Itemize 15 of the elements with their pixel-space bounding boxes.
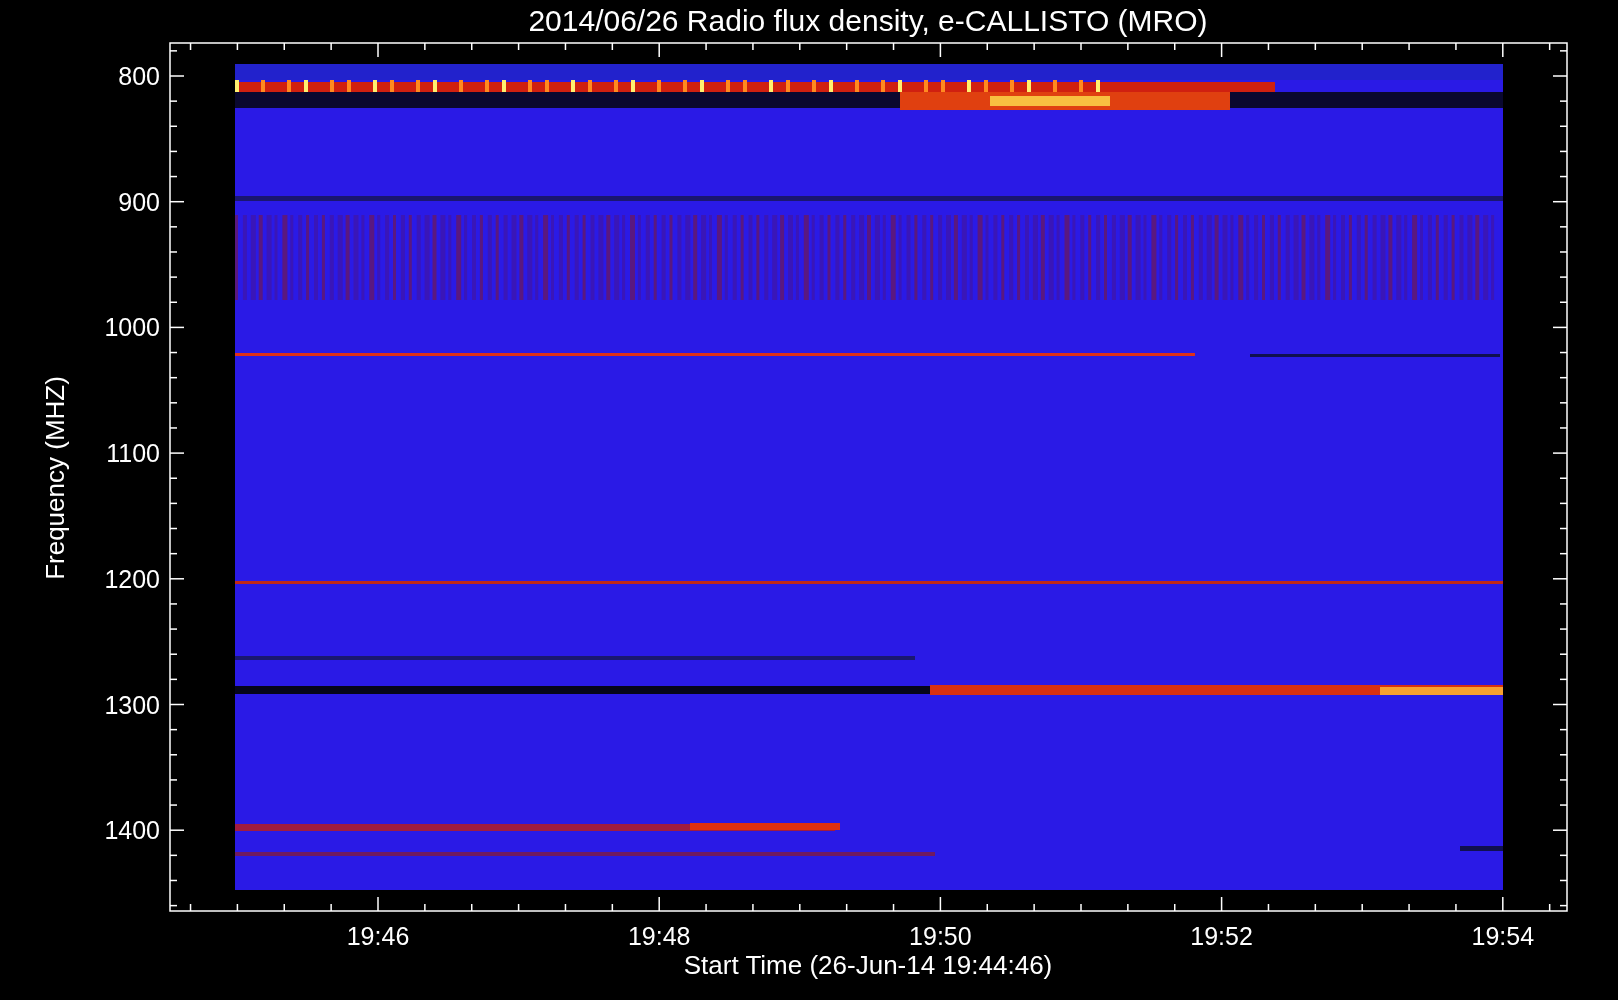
tick-label: 19:54 [1471, 922, 1535, 950]
tick-label: 1300 [104, 690, 160, 719]
tick-label: 19:50 [909, 922, 972, 950]
axis-title: Start Time (26-Jun-14 19:44:46) [683, 950, 1053, 980]
tick-label: 1400 [104, 816, 160, 845]
tick-label: 900 [118, 187, 160, 216]
tick-label: 19:48 [627, 922, 691, 950]
tick-label: 1100 [106, 439, 160, 468]
tick-label: 1200 [104, 564, 160, 593]
tick-label: 19:52 [1190, 922, 1253, 950]
tick-label: 1000 [104, 313, 160, 342]
chart-title: 2014/06/26 Radio flux density, e-CALLISTO (MRO) [528, 4, 1208, 37]
axis-title: Frequency (MHZ) [40, 376, 70, 580]
tick-label: 19:46 [346, 922, 410, 950]
tick-label: 800 [118, 62, 160, 90]
